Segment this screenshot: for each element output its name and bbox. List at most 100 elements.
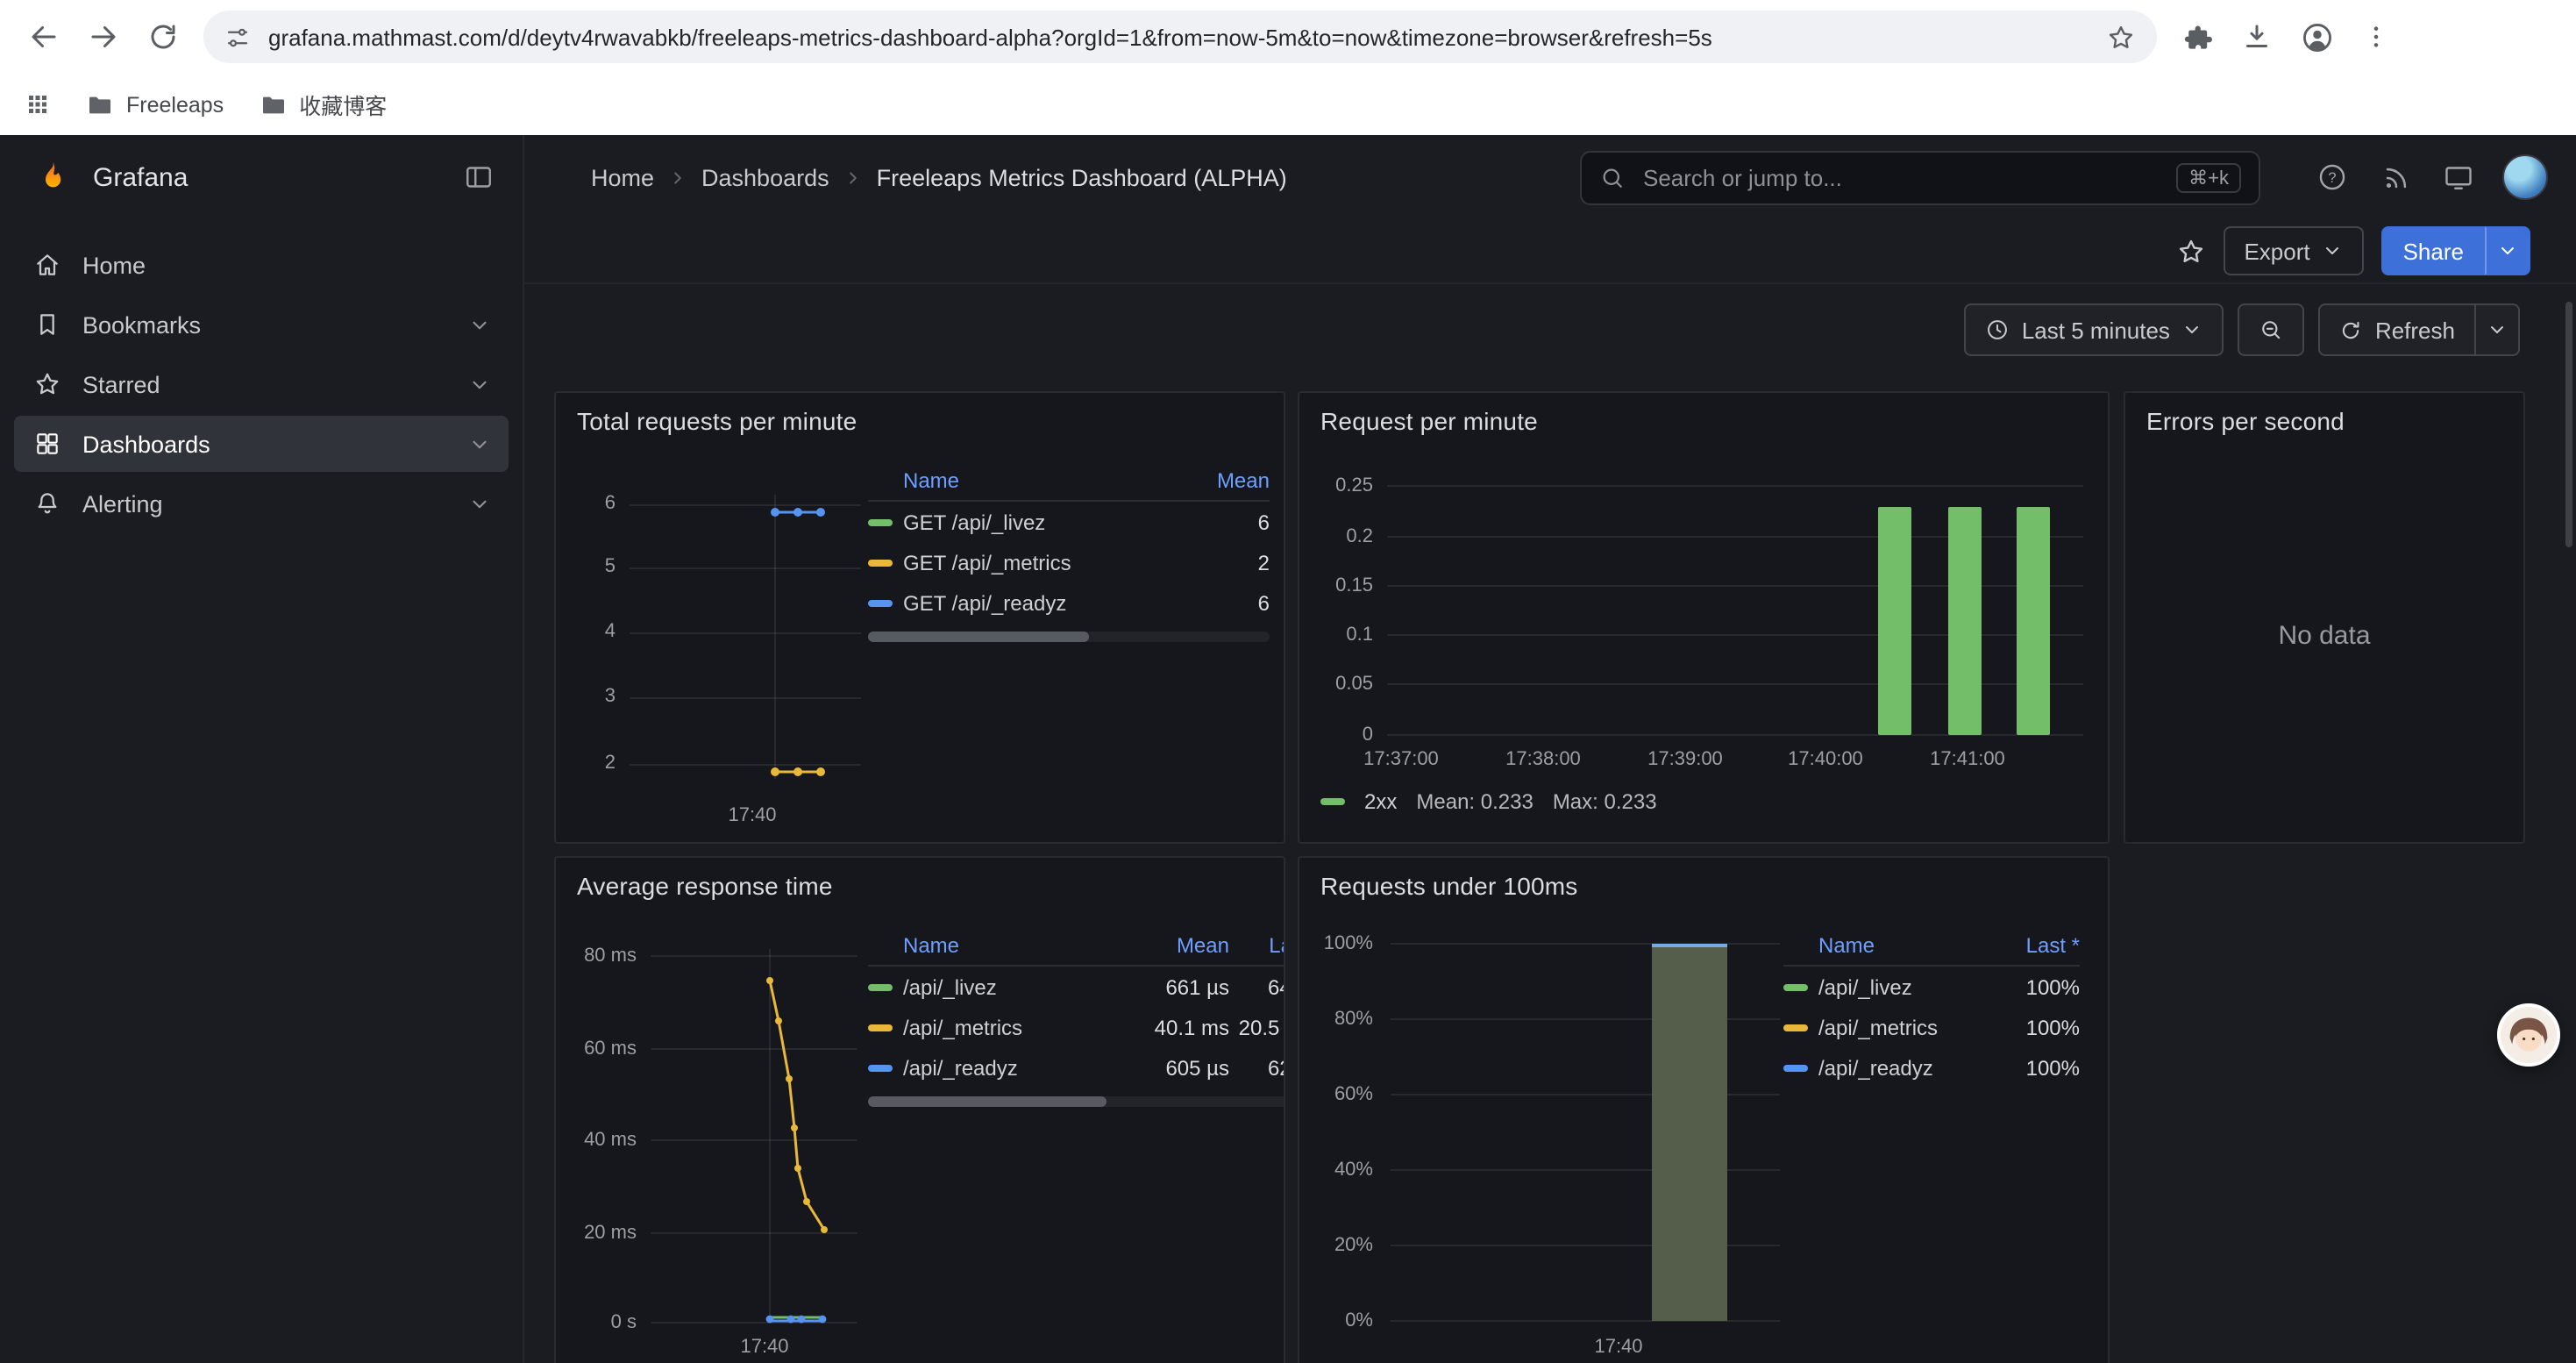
extensions-icon[interactable] bbox=[2167, 7, 2227, 67]
export-label: Export bbox=[2244, 238, 2309, 264]
legend-row[interactable]: GET /api/_livez 6 bbox=[868, 502, 1270, 542]
legend-row[interactable]: /api/_livez 661 µs 646 bbox=[868, 967, 1285, 1007]
y-tick: 0 s bbox=[559, 1312, 637, 1335]
x-tick: 17:40:00 bbox=[1769, 749, 1882, 772]
panel-title[interactable]: Request per minute bbox=[1320, 407, 1538, 435]
refresh-icon bbox=[2340, 318, 2363, 341]
share-button[interactable]: Share bbox=[2382, 226, 2485, 275]
bookmark-icon bbox=[32, 310, 63, 339]
floating-assistant-avatar[interactable] bbox=[2497, 1003, 2560, 1067]
legend-row[interactable]: /api/_metrics 100% bbox=[1783, 1007, 2080, 1047]
chevron-down-icon[interactable] bbox=[468, 373, 491, 396]
panel-title[interactable]: Average response time bbox=[577, 872, 833, 900]
legend-scrollbar[interactable] bbox=[868, 632, 1270, 642]
profile-icon[interactable] bbox=[2287, 7, 2346, 67]
bookmark-star-icon[interactable] bbox=[2106, 22, 2136, 52]
favorite-star-icon[interactable] bbox=[2175, 236, 2205, 266]
sidebar-item-starred[interactable]: Starred bbox=[14, 356, 509, 412]
bar-chart bbox=[1299, 393, 2110, 844]
panel-avg-response-time: Average response time 80 ms 60 ms 40 ms … bbox=[554, 856, 1285, 1363]
y-tick: 0.1 bbox=[1306, 624, 1373, 647]
dashboards-apps-icon bbox=[32, 430, 63, 458]
reload-button[interactable] bbox=[133, 7, 193, 67]
time-range-picker[interactable]: Last 5 minutes bbox=[1964, 303, 2224, 356]
y-tick: 0.2 bbox=[1306, 526, 1373, 549]
legend-row[interactable]: GET /api/_metrics 2 bbox=[868, 542, 1270, 582]
legend-header-last[interactable]: Last * bbox=[1982, 932, 2080, 957]
legend-row[interactable]: /api/_readyz 100% bbox=[1783, 1047, 2080, 1088]
legend-table: Name Mean GET /api/_livez 6 GET /api/_me… bbox=[868, 460, 1270, 642]
refresh-interval-dropdown[interactable] bbox=[2474, 303, 2520, 356]
series-swatch bbox=[868, 983, 893, 990]
breadcrumb-home[interactable]: Home bbox=[591, 164, 654, 190]
sidebar-header: Grafana bbox=[0, 135, 523, 219]
bookmark-folder-blogs[interactable]: 收藏博客 bbox=[259, 88, 387, 121]
legend-header-name[interactable]: Name bbox=[868, 467, 1182, 492]
sidebar-item-home[interactable]: Home bbox=[14, 237, 509, 293]
search-icon bbox=[1599, 165, 1626, 191]
legend-table: Name Last * /api/_livez 100% /api/_metri… bbox=[1783, 924, 2080, 1088]
legend-row[interactable]: /api/_readyz 605 µs 620 bbox=[868, 1047, 1285, 1088]
svg-text:?: ? bbox=[2328, 170, 2336, 186]
panel-title[interactable]: Errors per second bbox=[2146, 407, 2345, 435]
x-tick: 17:37:00 bbox=[1345, 749, 1457, 772]
export-button[interactable]: Export bbox=[2223, 226, 2364, 275]
series-swatch bbox=[868, 559, 893, 566]
kiosk-monitor-icon[interactable] bbox=[2432, 151, 2485, 203]
breadcrumb-current: Freeleaps Metrics Dashboard (ALPHA) bbox=[877, 164, 1287, 190]
legend-row[interactable]: /api/_livez 100% bbox=[1783, 967, 2080, 1007]
help-icon[interactable]: ? bbox=[2306, 151, 2359, 203]
sidebar-item-dashboards[interactable]: Dashboards bbox=[14, 416, 509, 472]
chevron-down-icon[interactable] bbox=[468, 313, 491, 336]
series-name: GET /api/_metrics bbox=[903, 550, 1182, 574]
x-tick: 17:41:00 bbox=[1911, 749, 2024, 772]
user-avatar[interactable] bbox=[2502, 154, 2548, 200]
grafana-app: Grafana Home Bookmarks bbox=[0, 135, 2576, 1363]
share-dropdown-button[interactable] bbox=[2485, 226, 2530, 275]
apps-grid-icon[interactable] bbox=[25, 91, 51, 118]
browser-toolbar: grafana.mathmast.com/d/deytv4rwavabkb/fr… bbox=[0, 0, 2576, 74]
grafana-logo-icon[interactable] bbox=[32, 156, 74, 198]
panel-title[interactable]: Requests under 100ms bbox=[1320, 872, 1578, 900]
series-last: 20.5 m bbox=[1229, 1015, 1285, 1039]
chevron-down-icon bbox=[2497, 240, 2518, 261]
refresh-button[interactable]: Refresh bbox=[2319, 303, 2476, 356]
bookmark-folder-freeleaps[interactable]: Freeleaps bbox=[86, 90, 224, 118]
zoom-out-button[interactable] bbox=[2238, 303, 2305, 356]
no-data-message: No data bbox=[2125, 621, 2523, 651]
forward-button[interactable] bbox=[74, 7, 133, 67]
legend-header-name[interactable]: Name bbox=[1783, 932, 1982, 957]
site-settings-icon[interactable] bbox=[224, 24, 251, 50]
sidebar-item-bookmarks[interactable]: Bookmarks bbox=[14, 296, 509, 353]
legend-scrollbar[interactable] bbox=[868, 1096, 1285, 1107]
y-tick: 5 bbox=[566, 556, 616, 579]
address-bar[interactable]: grafana.mathmast.com/d/deytv4rwavabkb/fr… bbox=[203, 11, 2157, 63]
scrollbar-thumb[interactable] bbox=[868, 1096, 1107, 1107]
legend-header-mean[interactable]: Mean bbox=[1124, 932, 1229, 957]
downloads-icon[interactable] bbox=[2227, 7, 2287, 67]
sidebar-item-alerting[interactable]: Alerting bbox=[14, 475, 509, 532]
panel-title[interactable]: Total requests per minute bbox=[577, 407, 857, 435]
breadcrumb-dashboards[interactable]: Dashboards bbox=[701, 164, 829, 190]
legend-header-mean[interactable]: Mean bbox=[1182, 467, 1270, 492]
chevron-down-icon[interactable] bbox=[468, 492, 491, 515]
news-rss-icon[interactable] bbox=[2369, 151, 2422, 203]
legend-header-last[interactable]: Las bbox=[1229, 932, 1285, 957]
search-box[interactable]: ⌘+k bbox=[1580, 151, 2260, 205]
scrollbar-thumb[interactable] bbox=[868, 632, 1089, 642]
chevron-down-icon bbox=[2487, 319, 2508, 340]
y-tick: 0% bbox=[1303, 1310, 1373, 1333]
legend-row[interactable]: GET /api/_readyz 6 bbox=[868, 582, 1270, 623]
sidebar-toggle-icon[interactable] bbox=[463, 161, 495, 193]
legend-header-name[interactable]: Name bbox=[868, 932, 1124, 957]
series-last: 620 bbox=[1229, 1055, 1285, 1080]
search-input[interactable] bbox=[1640, 163, 2162, 193]
browser-menu-icon[interactable] bbox=[2346, 7, 2406, 67]
legend-row[interactable]: /api/_metrics 40.1 ms 20.5 m bbox=[868, 1007, 1285, 1047]
chevron-down-icon[interactable] bbox=[468, 432, 491, 455]
legend[interactable]: 2xx Mean: 0.233 Max: 0.233 bbox=[1320, 789, 1657, 814]
x-tick: 17:40 bbox=[721, 805, 784, 828]
series-mean: 2 bbox=[1182, 550, 1270, 574]
panel-total-requests: Total requests per minute 6 5 4 3 2 17:4… bbox=[554, 391, 1285, 844]
back-button[interactable] bbox=[14, 7, 74, 67]
